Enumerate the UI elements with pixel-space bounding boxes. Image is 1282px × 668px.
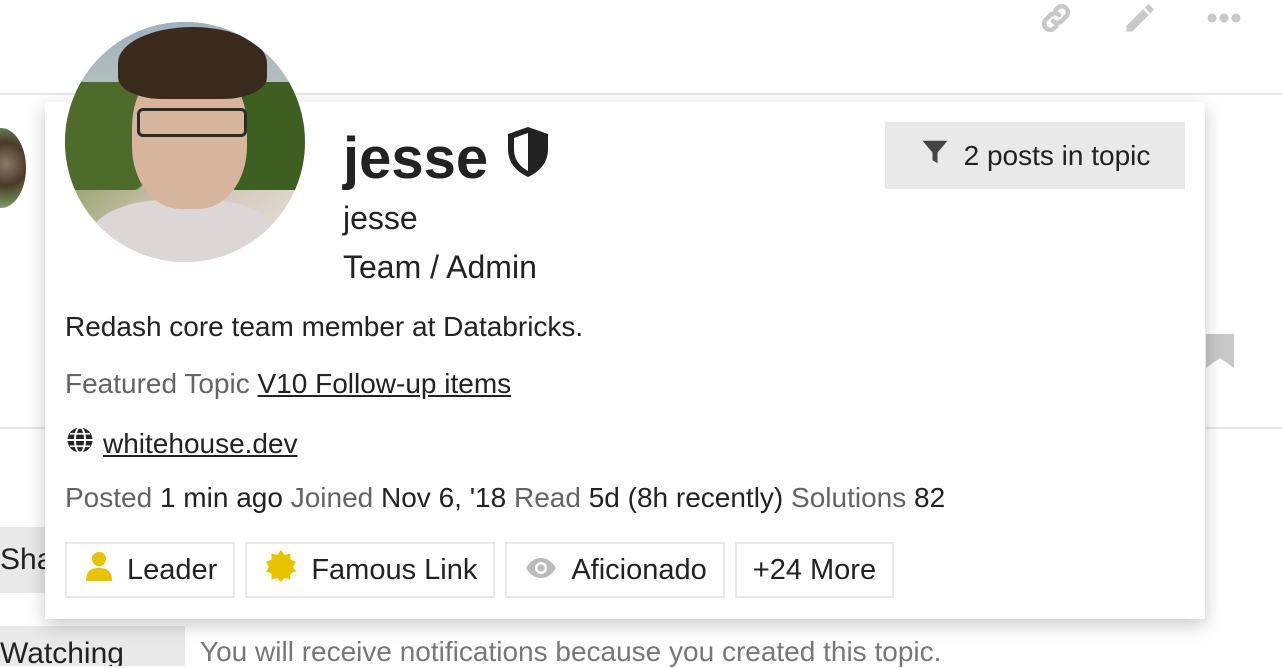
badge-label: Aficionado (571, 553, 707, 586)
badge-label: Famous Link (311, 553, 478, 586)
badge-label: Leader (127, 553, 218, 586)
read-value: 5d (8h recently) (588, 482, 784, 513)
user-icon (85, 551, 113, 589)
user-full-name: jesse (343, 200, 418, 236)
badge-aficionado[interactable]: Aficionado (505, 542, 725, 598)
badge-famous-link[interactable]: Famous Link (245, 542, 496, 598)
notification-level-button[interactable]: Watching (0, 626, 185, 666)
more-badges-button[interactable]: +24 More (734, 542, 895, 598)
posted-label: Posted (65, 482, 153, 513)
filter-posts-button[interactable]: 2 posts in topic (885, 122, 1185, 189)
avatar[interactable] (65, 22, 305, 262)
notification-reason-text: You will receive notifications because y… (200, 636, 942, 667)
read-label: Read (513, 482, 581, 513)
bookmark-icon[interactable] (1206, 334, 1234, 373)
posted-value: 1 min ago (159, 482, 283, 513)
certificate-icon (265, 550, 297, 590)
more-icon[interactable] (1206, 12, 1242, 24)
badge-leader[interactable]: Leader (65, 542, 236, 598)
badge-list: Leader Famous Link Aficionado +24 More (65, 542, 895, 598)
solutions-label: Solutions (791, 482, 907, 513)
joined-value: Nov 6, '18 (381, 482, 507, 513)
user-bio: Redash core team member at Databricks. (65, 311, 584, 342)
user-website: whitehouse.dev (65, 425, 298, 462)
username[interactable]: jesse (343, 125, 552, 193)
user-title: Team / Admin (343, 249, 537, 285)
filter-posts-label: 2 posts in topic (963, 139, 1151, 171)
website-link[interactable]: whitehouse.dev (103, 428, 298, 460)
featured-topic: Featured Topic V10 Follow-up items (65, 368, 511, 400)
link-icon[interactable] (1038, 0, 1074, 36)
post-actions (1038, 0, 1242, 36)
eye-icon (525, 554, 557, 587)
avatar[interactable] (0, 128, 26, 208)
solutions-value: 82 (914, 482, 946, 513)
shield-icon (504, 125, 552, 193)
user-stats: Posted 1 min ago Joined Nov 6, '18 Read … (65, 482, 945, 514)
globe-icon (65, 425, 95, 462)
joined-label: Joined (290, 482, 374, 513)
featured-topic-label: Featured Topic (65, 368, 250, 399)
username-text[interactable]: jesse (343, 126, 488, 192)
featured-topic-link[interactable]: V10 Follow-up items (258, 368, 512, 399)
pencil-icon[interactable] (1122, 0, 1158, 36)
filter-icon (920, 137, 950, 174)
